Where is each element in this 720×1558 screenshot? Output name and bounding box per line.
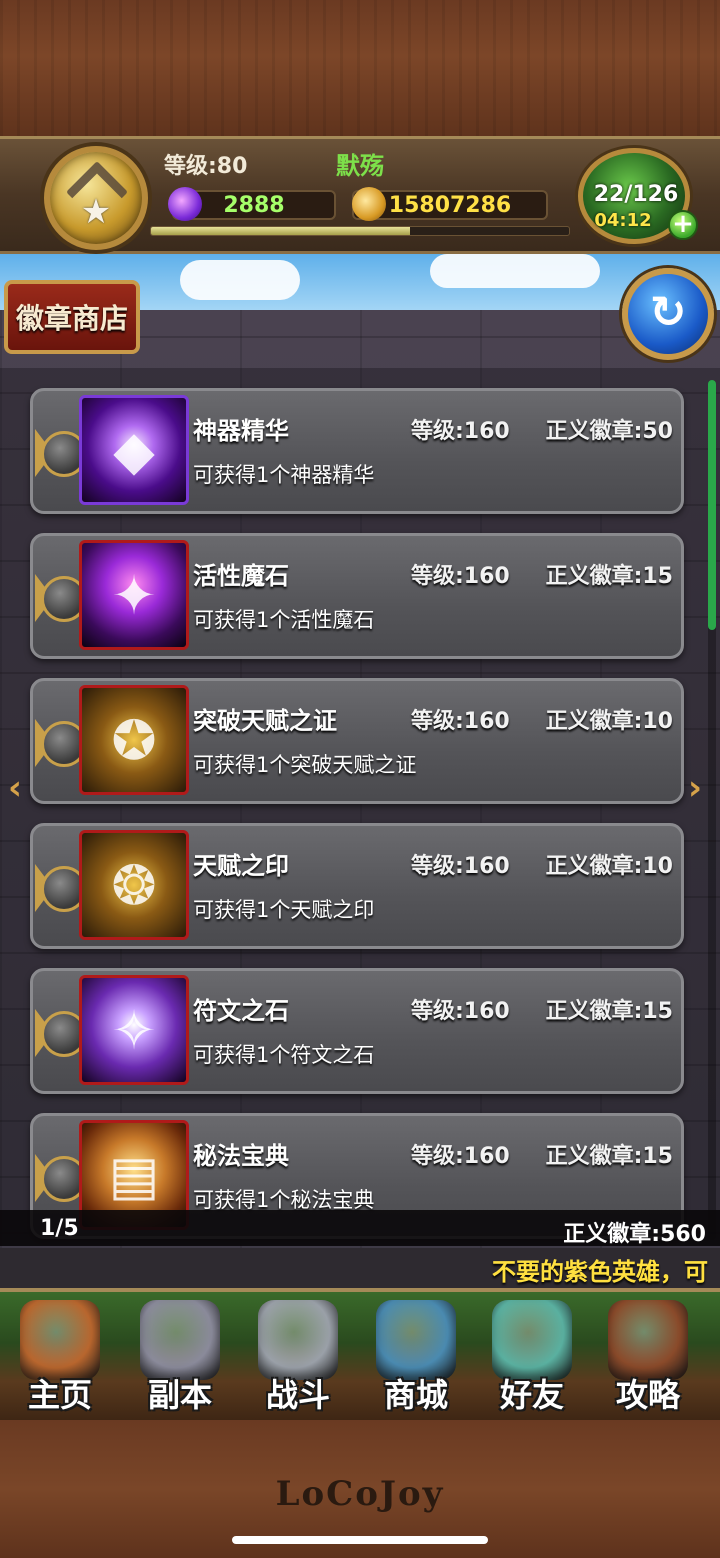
card-knob-icon bbox=[35, 425, 87, 481]
dungeon-icon bbox=[140, 1300, 220, 1380]
prev-page-arrow-icon[interactable]: ‹ bbox=[8, 770, 30, 806]
item-price: 正义徽章:15 bbox=[545, 1144, 673, 1169]
card-knob-icon bbox=[35, 570, 87, 626]
refresh-icon: ↻ bbox=[649, 287, 687, 338]
ticker-text: 不要的紫色英雄，可 bbox=[492, 1258, 708, 1286]
shop-item-list[interactable]: ◆ 神器精华 可获得1个神器精华 等级:160 正义徽章:50 ✦ 活性魔石 可… bbox=[0, 368, 720, 1246]
item-price: 正义徽章:50 bbox=[545, 419, 673, 444]
guide-icon bbox=[608, 1300, 688, 1380]
item-price: 正义徽章:15 bbox=[545, 564, 673, 589]
item-level-requirement: 等级:160 bbox=[411, 709, 510, 734]
player-level: 等级:80 bbox=[164, 154, 248, 179]
exp-bar bbox=[150, 226, 570, 236]
energy-timer: 04:12 bbox=[594, 210, 652, 231]
exp-bar-fill bbox=[151, 227, 411, 235]
talent-breakthrough-proof-icon: ✪ bbox=[79, 685, 189, 795]
nav-label: 战斗 bbox=[265, 1376, 330, 1414]
gem-icon bbox=[168, 187, 202, 221]
shop-item-card[interactable]: ✧ 符文之石 可获得1个符文之石 等级:160 正义徽章:15 bbox=[30, 968, 684, 1094]
item-name: 神器精华 bbox=[193, 417, 289, 445]
gold-coin-icon bbox=[352, 187, 386, 221]
item-level-requirement: 等级:160 bbox=[411, 854, 510, 879]
nav-label: 好友 bbox=[499, 1376, 564, 1414]
page-indicator: 1/5 bbox=[40, 1216, 79, 1241]
rank-medal-icon[interactable]: ★ bbox=[44, 146, 148, 250]
item-name: 符文之石 bbox=[193, 997, 289, 1025]
item-description: 可获得1个突破天赋之证 bbox=[193, 753, 417, 777]
item-level-requirement: 等级:160 bbox=[411, 419, 510, 444]
shop-title: 徽章商店 bbox=[4, 280, 140, 354]
card-knob-icon bbox=[35, 715, 87, 771]
refresh-button[interactable]: ↻ bbox=[622, 268, 714, 360]
nav-dungeon[interactable]: 副本 bbox=[124, 1300, 236, 1418]
item-level-requirement: 等级:160 bbox=[411, 999, 510, 1024]
friends-icon bbox=[492, 1300, 572, 1380]
item-price: 正义徽章:10 bbox=[545, 854, 673, 879]
item-name: 活性魔石 bbox=[193, 562, 289, 590]
item-price: 正义徽章:10 bbox=[545, 709, 673, 734]
card-knob-icon bbox=[35, 1150, 87, 1206]
item-name: 秘法宝典 bbox=[193, 1142, 289, 1170]
top-wood-frame bbox=[0, 0, 720, 140]
item-level-requirement: 等级:160 bbox=[411, 1144, 510, 1169]
rune-stone-icon: ✧ bbox=[79, 975, 189, 1085]
item-description: 可获得1个符文之石 bbox=[193, 1043, 375, 1067]
nav-label: 攻略 bbox=[615, 1376, 680, 1414]
home-indicator[interactable] bbox=[232, 1536, 488, 1544]
active-magic-stone-icon: ✦ bbox=[79, 540, 189, 650]
item-price: 正义徽章:15 bbox=[545, 999, 673, 1024]
nav-label: 副本 bbox=[147, 1376, 212, 1414]
brand-logo: LoCoJoy bbox=[275, 1474, 445, 1514]
item-level-requirement: 等级:160 bbox=[411, 564, 510, 589]
battle-icon bbox=[258, 1300, 338, 1380]
shop-item-card[interactable]: ❂ 天赋之印 可获得1个天赋之印 等级:160 正义徽章:10 bbox=[30, 823, 684, 949]
shop-footer: 1/5 正义徽章:560 bbox=[0, 1210, 720, 1247]
scrollbar-thumb[interactable] bbox=[708, 380, 716, 630]
item-description: 可获得1个活性魔石 bbox=[193, 608, 375, 632]
shop-item-card[interactable]: ✪ 突破天赋之证 可获得1个突破天赋之证 等级:160 正义徽章:10 bbox=[30, 678, 684, 804]
shop-item-card[interactable]: ✦ 活性魔石 可获得1个活性魔石 等级:160 正义徽章:15 bbox=[30, 533, 684, 659]
nav-battle[interactable]: 战斗 bbox=[242, 1300, 354, 1418]
talent-seal-icon: ❂ bbox=[79, 830, 189, 940]
energy-count: 22/126 bbox=[593, 182, 679, 207]
cloud bbox=[430, 254, 600, 288]
nav-label: 主页 bbox=[27, 1376, 92, 1414]
home-icon bbox=[20, 1300, 100, 1380]
nav-friends[interactable]: 好友 bbox=[476, 1300, 588, 1418]
nav-home[interactable]: 主页 bbox=[4, 1300, 116, 1418]
item-description: 可获得1个天赋之印 bbox=[193, 898, 375, 922]
card-knob-icon bbox=[35, 860, 87, 916]
shop-icon bbox=[376, 1300, 456, 1380]
player-name: 默殇 bbox=[336, 152, 384, 180]
item-name: 天赋之印 bbox=[193, 852, 289, 880]
card-knob-icon bbox=[35, 1005, 87, 1061]
nav-shop[interactable]: 商城 bbox=[360, 1300, 472, 1418]
cloud bbox=[180, 260, 300, 300]
rank-star-icon: ★ bbox=[80, 192, 112, 232]
nav-label: 商城 bbox=[383, 1376, 448, 1414]
artifact-essence-icon: ◆ bbox=[79, 395, 189, 505]
next-page-arrow-icon[interactable]: › bbox=[688, 770, 710, 806]
shop-item-card[interactable]: ◆ 神器精华 可获得1个神器精华 等级:160 正义徽章:50 bbox=[30, 388, 684, 514]
add-energy-button[interactable]: + bbox=[668, 210, 698, 240]
nav-guide[interactable]: 攻略 bbox=[592, 1300, 704, 1418]
badge-balance: 正义徽章:560 bbox=[563, 1222, 706, 1247]
item-description: 可获得1个神器精华 bbox=[193, 463, 375, 487]
item-name: 突破天赋之证 bbox=[193, 707, 337, 735]
announcement-ticker: 不要的紫色英雄，可 bbox=[0, 1248, 720, 1288]
